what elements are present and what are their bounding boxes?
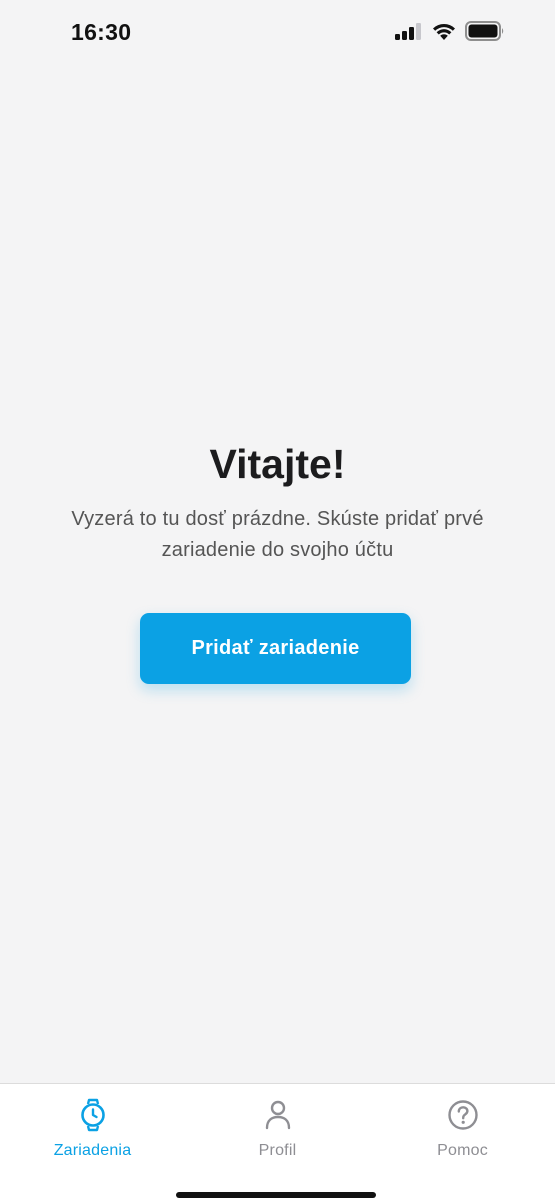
tab-help[interactable]: Pomoc — [370, 1084, 555, 1174]
add-device-button[interactable]: Pridať zariadenie — [140, 613, 411, 684]
status-bar: 16:30 — [0, 0, 555, 66]
welcome-title: Vitajte! — [209, 441, 346, 487]
main-content: Vitajte! Vyzerá to tu dosť prázdne. Skús… — [0, 66, 555, 1083]
tab-label: Zariadenia — [53, 1142, 132, 1159]
status-icons — [395, 21, 505, 41]
home-indicator — [176, 1192, 376, 1198]
wifi-icon — [431, 22, 457, 41]
welcome-message: Vyzerá to tu dosť prázdne. Skúste pridať… — [71, 508, 484, 561]
tab-profile[interactable]: Profil — [185, 1084, 370, 1174]
welcome-section: Vitajte! Vyzerá to tu dosť prázdne. Skús… — [0, 438, 555, 566]
help-circle-icon — [446, 1098, 480, 1132]
cellular-signal-icon — [395, 22, 423, 40]
person-icon — [261, 1098, 295, 1132]
tab-label: Pomoc — [437, 1142, 488, 1159]
status-time: 16:30 — [71, 19, 132, 45]
tab-bar: Zariadenia Profil Pomoc — [0, 1083, 555, 1200]
tab-devices[interactable]: Zariadenia — [0, 1084, 185, 1174]
tab-label: Profil — [258, 1142, 297, 1159]
battery-icon — [465, 21, 505, 41]
watch-icon — [76, 1098, 110, 1132]
